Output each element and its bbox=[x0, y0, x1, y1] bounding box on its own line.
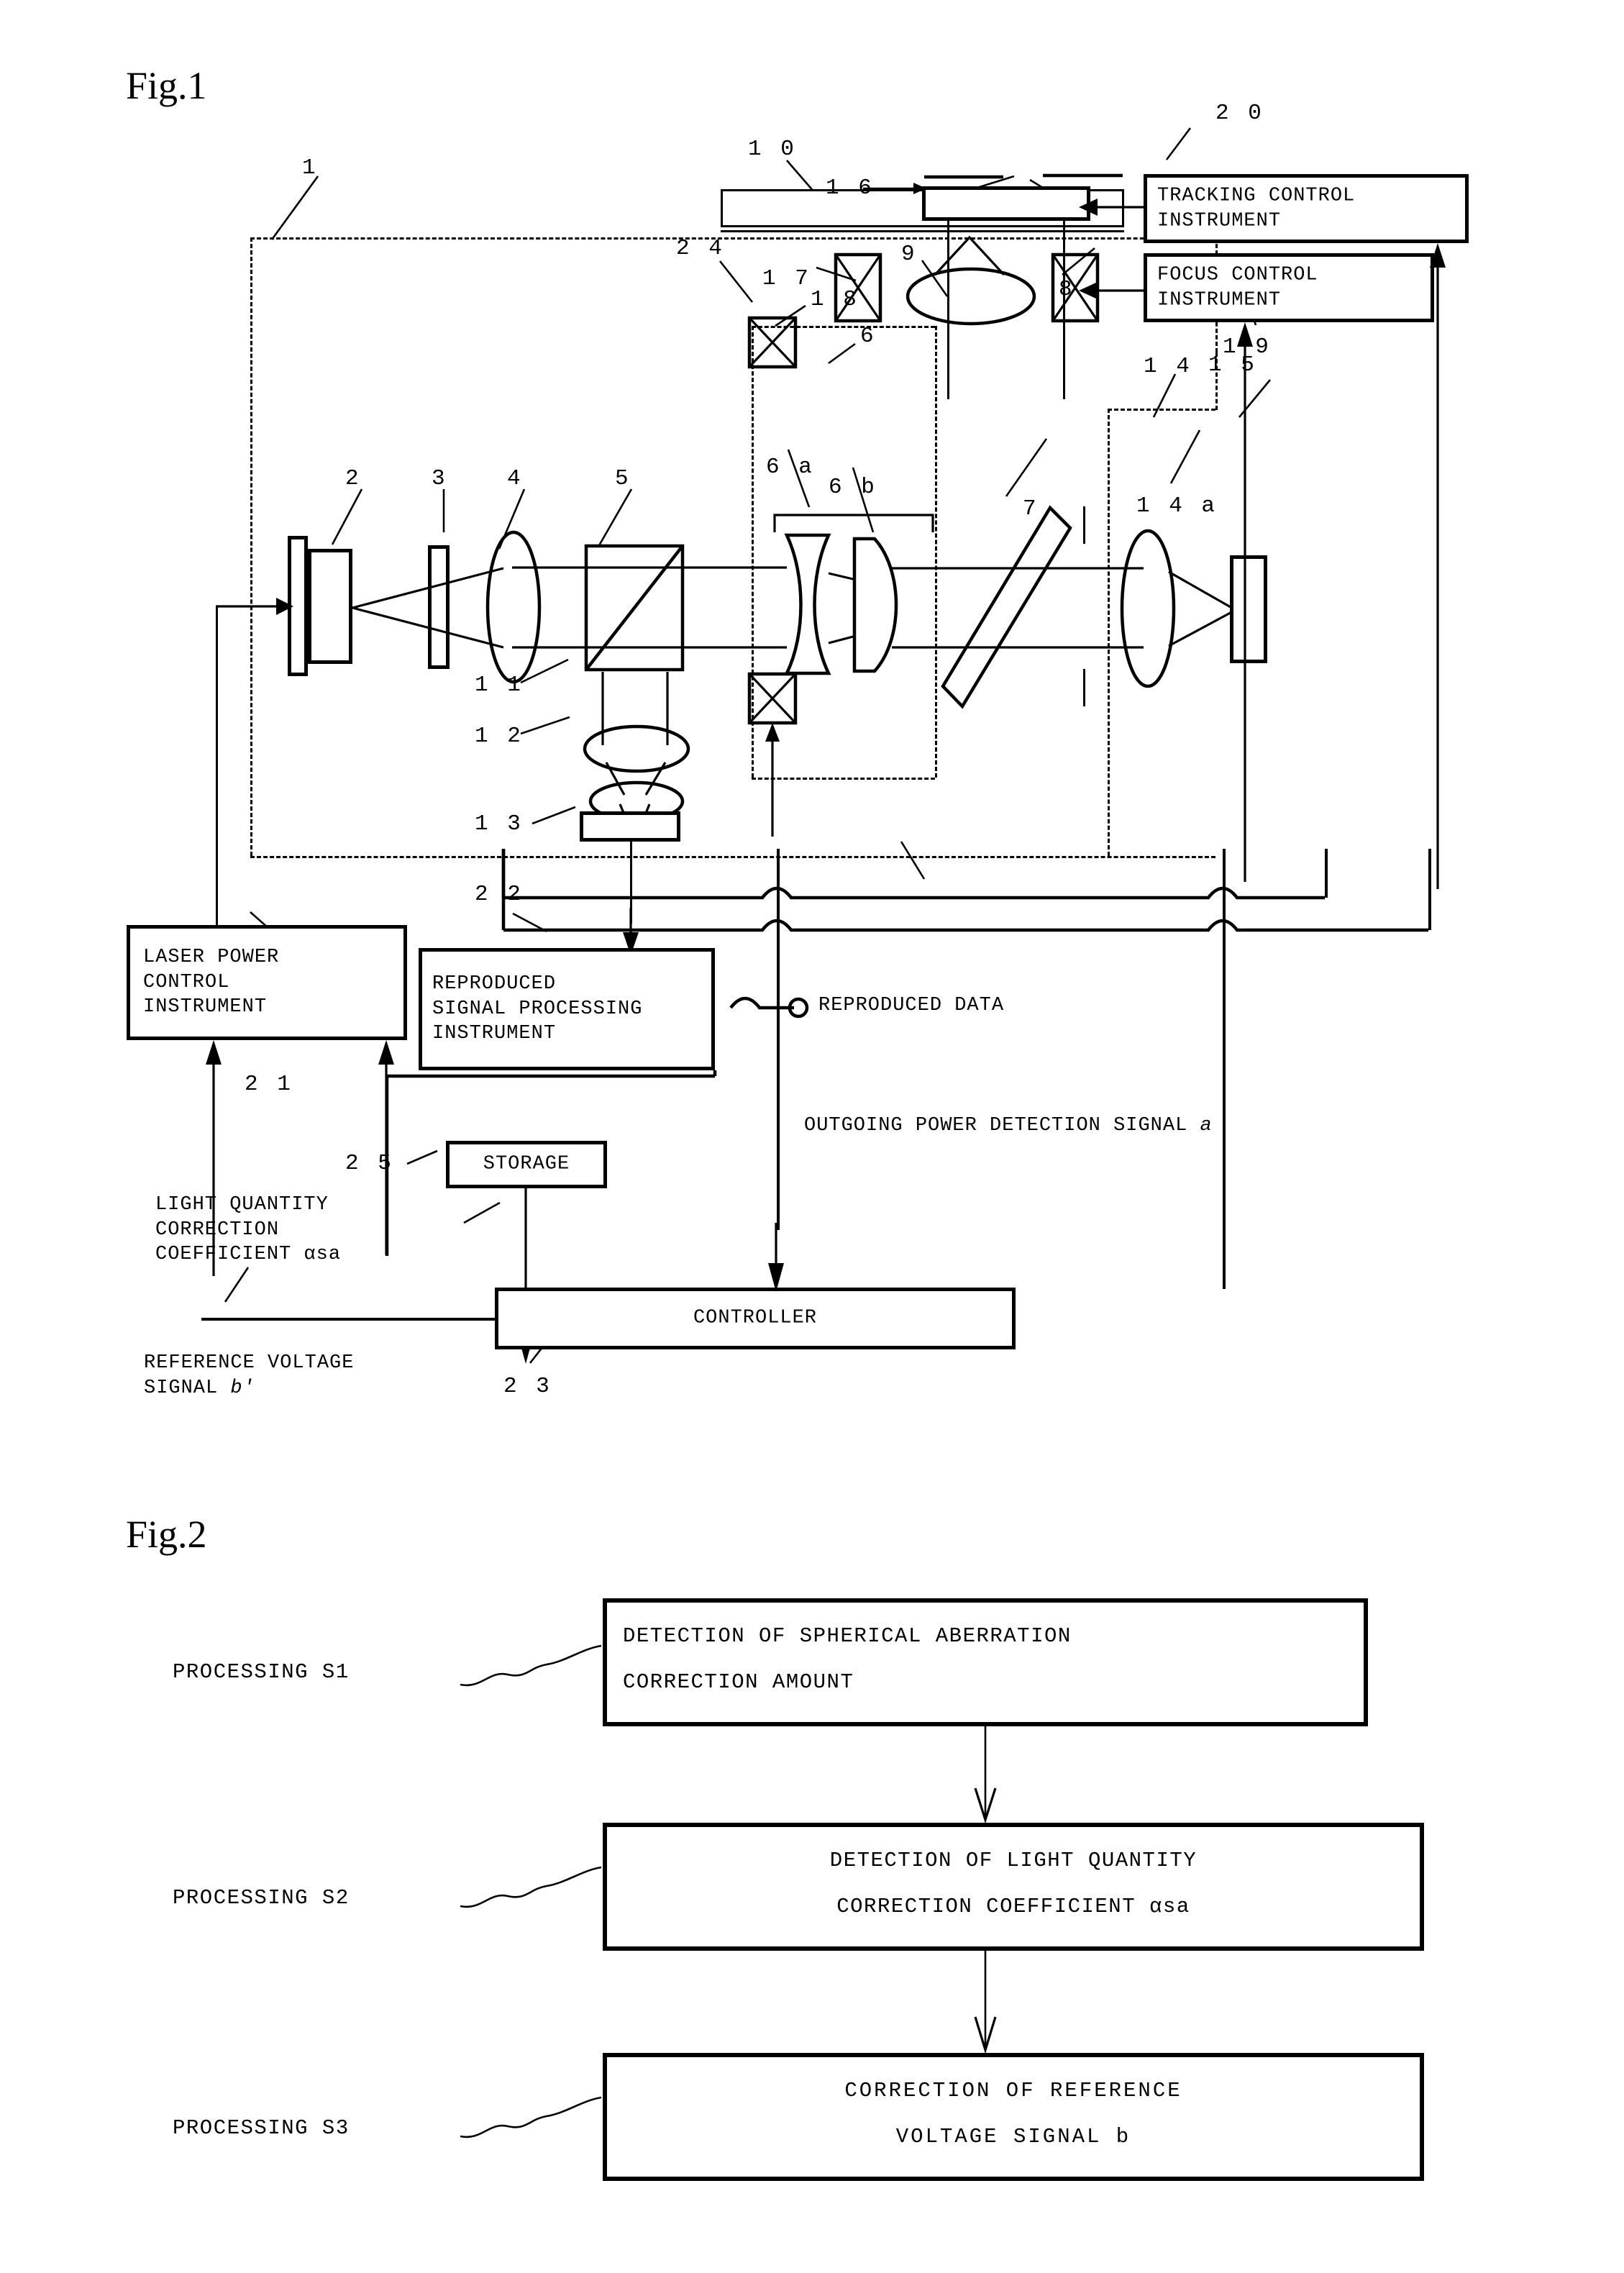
controller-label: CONTROLLER bbox=[693, 1307, 818, 1329]
wire-into-controller-2 bbox=[1223, 1223, 1226, 1289]
wire-controller-to-lpc bbox=[201, 1318, 496, 1321]
flow-step-3-line2: VOLTAGE SIGNAL b bbox=[895, 2125, 1131, 2149]
flow-step-2-box[interactable]: DETECTION OF LIGHT QUANTITY CORRECTION C… bbox=[603, 1823, 1424, 1951]
flow-step-1-box[interactable]: DETECTION OF SPHERICAL ABERRATION CORREC… bbox=[603, 1598, 1368, 1726]
flow-step-3-label: PROCESSING S3 bbox=[173, 2116, 350, 2140]
controller-box[interactable]: CONTROLLER bbox=[495, 1288, 1016, 1349]
flow-step-3-leader bbox=[460, 2096, 602, 2138]
flow-step-1-line1: DETECTION OF SPHERICAL ABERRATION bbox=[623, 1624, 1072, 1648]
patent-drawing-sheet: Fig.1 1 1 0 1 7 9 1 6 8 2 4 1 8 6 6 a 6 … bbox=[0, 0, 1624, 2273]
flow-arrow-1-to-2 bbox=[974, 1726, 997, 1824]
reference-voltage-signal-label: REFERENCE VOLTAGE SIGNAL b' bbox=[144, 1351, 354, 1400]
storage-box[interactable]: STORAGE bbox=[446, 1141, 607, 1188]
flow-step-2-leader bbox=[460, 1866, 602, 1908]
ref-numeral-25: 2 5 bbox=[345, 1151, 394, 1176]
light-quantity-correction-label: LIGHT QUANTITY CORRECTION COEFFICIENT αs… bbox=[155, 1194, 342, 1266]
flow-step-3-line1: CORRECTION OF REFERENCE bbox=[844, 2079, 1182, 2103]
flow-step-1-label: PROCESSING S1 bbox=[173, 1660, 350, 1684]
ref-numeral-23: 2 3 bbox=[503, 1374, 552, 1399]
flow-step-1-line2: CORRECTION AMOUNT bbox=[623, 1670, 854, 1694]
flow-step-2-line2: CORRECTION COEFFICIENT αsa bbox=[836, 1895, 1190, 1918]
flow-step-1-leader bbox=[460, 1644, 602, 1687]
storage-label: STORAGE bbox=[483, 1153, 570, 1175]
fig2-title: Fig.2 bbox=[126, 1513, 207, 1556]
reference-voltage-symbol: b' bbox=[230, 1377, 255, 1399]
flow-step-2-label: PROCESSING S2 bbox=[173, 1886, 350, 1910]
flow-step-3-box[interactable]: CORRECTION OF REFERENCE VOLTAGE SIGNAL b bbox=[603, 2053, 1424, 2181]
flow-step-2-line1: DETECTION OF LIGHT QUANTITY bbox=[829, 1849, 1198, 1872]
flow-arrow-2-to-3 bbox=[974, 1951, 997, 2054]
arrow-into-controller-1 bbox=[768, 1223, 784, 1292]
